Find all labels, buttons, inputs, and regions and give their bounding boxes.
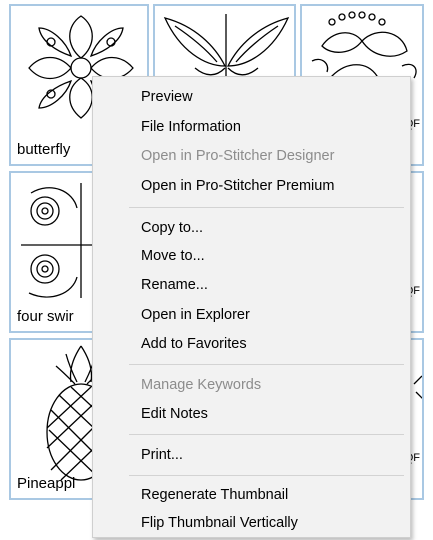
tile-caption: four swir — [17, 308, 74, 325]
menu-item-file-information[interactable]: File Information — [141, 114, 241, 140]
menu-separator — [129, 475, 404, 476]
menu-separator — [129, 207, 404, 208]
menu-item-open-in-explorer[interactable]: Open in Explorer — [141, 302, 250, 328]
menu-separator — [129, 364, 404, 365]
tile-caption: butterfly — [17, 141, 71, 158]
menu-item-copy-to[interactable]: Copy to... — [141, 215, 203, 241]
menu-item-add-to-favorites[interactable]: Add to Favorites — [141, 331, 247, 357]
menu-item-open-in-designer: Open in Pro-Stitcher Designer — [141, 148, 335, 164]
menu-item-move-to[interactable]: Move to... — [141, 243, 205, 269]
menu-item-edit-notes[interactable]: Edit Notes — [141, 401, 208, 427]
menu-item-open-in-premium[interactable]: Open in Pro-Stitcher Premium — [141, 173, 334, 199]
thumbnail-grid: butterfly four swir Pineappl Preview Fil… — [0, 0, 433, 540]
menu-item-preview[interactable]: Preview — [141, 84, 193, 110]
tile-caption: Pineappl — [17, 475, 76, 492]
menu-item-flip-thumbnail-vertically[interactable]: Flip Thumbnail Vertically — [141, 510, 298, 536]
menu-item-regenerate-thumbnail[interactable]: Regenerate Thumbnail — [141, 482, 288, 508]
menu-separator — [129, 434, 404, 435]
menu-item-manage-keywords: Manage Keywords — [141, 377, 262, 393]
menu-item-rename[interactable]: Rename... — [141, 272, 208, 298]
context-menu: Preview File Information Open in Pro-Sti… — [92, 76, 411, 538]
menu-item-print[interactable]: Print... — [141, 442, 183, 468]
